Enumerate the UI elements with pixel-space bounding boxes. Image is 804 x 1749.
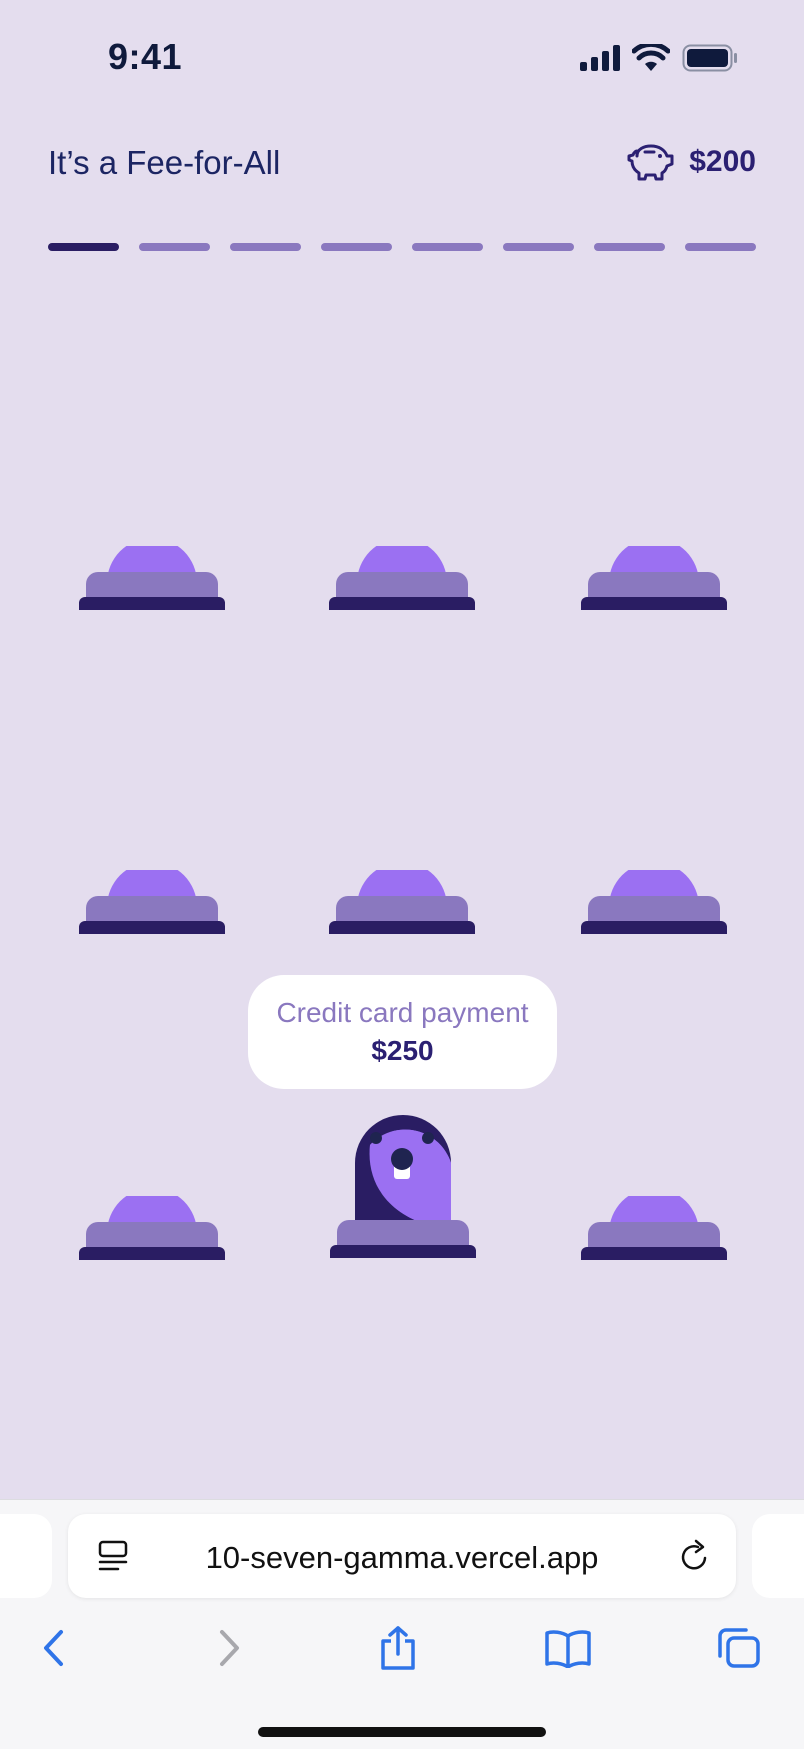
browser-toolbar: 10-seven-gamma.vercel.app (0, 1499, 804, 1749)
previous-tab-preview[interactable] (0, 1514, 52, 1598)
book-icon (545, 1630, 591, 1668)
status-time: 9:41 (108, 36, 183, 77)
tabs-button[interactable] (709, 1618, 769, 1678)
progress-segment (230, 243, 301, 251)
progress-segment (412, 243, 483, 251)
reload-icon[interactable] (678, 1538, 712, 1574)
bookmarks-button[interactable] (538, 1618, 598, 1678)
forward-chevron-icon (220, 1630, 239, 1666)
tabs-icon (718, 1628, 760, 1668)
coin-balance: $200 (627, 142, 756, 182)
progress-segment (594, 243, 665, 251)
mole-hole[interactable] (581, 546, 727, 610)
piggy-bank-icon (627, 144, 674, 181)
fee-label: Credit card payment (276, 997, 529, 1028)
game-board (0, 290, 804, 1490)
progress-segment (321, 243, 392, 251)
battery-icon (682, 44, 737, 72)
game-title: It’s a Fee-for-All (48, 144, 281, 181)
mole-hole[interactable] (79, 870, 225, 934)
mole-hole[interactable] (329, 870, 475, 934)
mole-hole[interactable] (581, 1196, 727, 1260)
back-button[interactable] (24, 1618, 84, 1678)
mole-hole[interactable] (79, 546, 225, 610)
progress-segment (48, 243, 119, 251)
progress-segment (685, 243, 756, 251)
address-bar[interactable]: 10-seven-gamma.vercel.app (68, 1514, 736, 1598)
cellular-signal-icon (580, 45, 620, 71)
wifi-icon (632, 44, 670, 71)
fee-amount: $250 (371, 1035, 434, 1066)
url-text[interactable]: 10-seven-gamma.vercel.app (68, 1540, 736, 1576)
mole-eye-icon (370, 1132, 382, 1144)
round-progress (48, 243, 756, 251)
mole-nose-icon (391, 1148, 413, 1170)
progress-segment (139, 243, 210, 251)
mole-eye-icon (422, 1132, 434, 1144)
mole-hole[interactable] (581, 870, 727, 934)
mole-character[interactable] (330, 1105, 476, 1258)
browser-nav (0, 1618, 804, 1698)
progress-segment (503, 243, 574, 251)
back-chevron-icon (44, 1630, 63, 1666)
share-button[interactable] (368, 1618, 428, 1678)
status-icons (580, 44, 738, 72)
share-icon (381, 1626, 415, 1670)
status-bar: 9:41 (0, 0, 804, 110)
mole-hole[interactable] (79, 1196, 225, 1260)
forward-button[interactable] (199, 1618, 259, 1678)
coin-amount: $200 (689, 145, 756, 178)
mole-hole[interactable] (329, 546, 475, 610)
next-tab-preview[interactable] (752, 1514, 804, 1598)
home-indicator (258, 1727, 546, 1737)
fee-tooltip: Credit card payment $250 (248, 975, 557, 1089)
